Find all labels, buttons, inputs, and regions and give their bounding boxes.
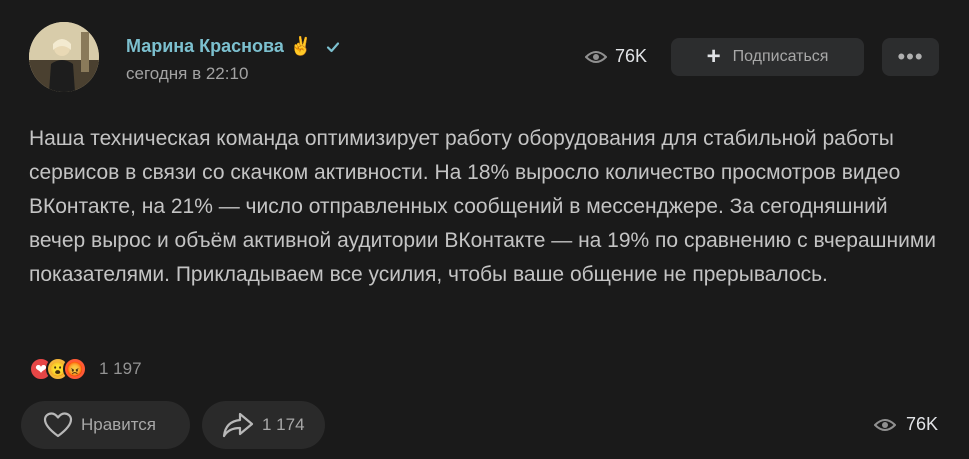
footer-views-count: 76K [906,414,939,434]
angry-reaction-icon: 😡 [63,357,87,381]
heart-icon [43,412,73,438]
more-icon: ••• [897,44,924,69]
share-count: 1 174 [262,415,305,434]
reactions-summary[interactable]: ❤ 😮 😡 1 197 [29,357,142,381]
avatar[interactable] [29,22,99,92]
views-counter: 76K [585,46,647,67]
share-button[interactable]: 1 174 [202,401,325,449]
eye-icon [874,418,896,431]
eye-icon [585,50,607,63]
reactions-count: 1 197 [99,359,142,378]
author-row: Марина Краснова ✌️ [126,36,340,57]
plus-icon: + [706,43,721,70]
post-text: Наша техническая команда оптимизирует ра… [29,127,937,286]
footer-views-counter: 76K [874,414,938,435]
verified-check-icon [327,41,340,52]
like-label: Нравится [81,415,157,434]
subscribe-label: Подписаться [732,48,829,65]
more-options-button[interactable]: ••• [882,38,939,76]
like-button[interactable]: Нравится [21,401,190,449]
post-card: Марина Краснова ✌️ сегодня в 22:10 76K +… [0,0,969,459]
post-time[interactable]: сегодня в 22:10 [126,64,248,84]
subscribe-button[interactable]: + Подписаться [671,38,864,76]
views-count: 76K [615,46,648,66]
share-arrow-icon [222,412,254,438]
avatar-photo [29,22,99,92]
author-name[interactable]: Марина Краснова [126,36,284,57]
victory-hand-emoji: ✌️ [289,36,313,56]
